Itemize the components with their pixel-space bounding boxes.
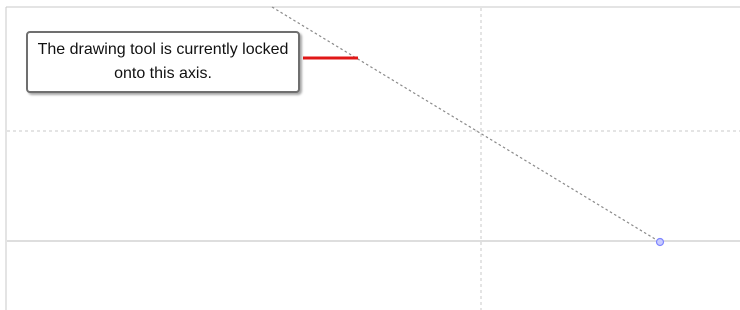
diagonal-lock-guide: [271, 6, 661, 243]
drawing-canvas-view: The drawing tool is currently locked ont…: [0, 0, 740, 310]
callout-text: The drawing tool is currently locked ont…: [37, 41, 289, 82]
anchor-point-icon[interactable]: [655, 237, 665, 247]
tooltip-callout: The drawing tool is currently locked ont…: [26, 31, 300, 93]
